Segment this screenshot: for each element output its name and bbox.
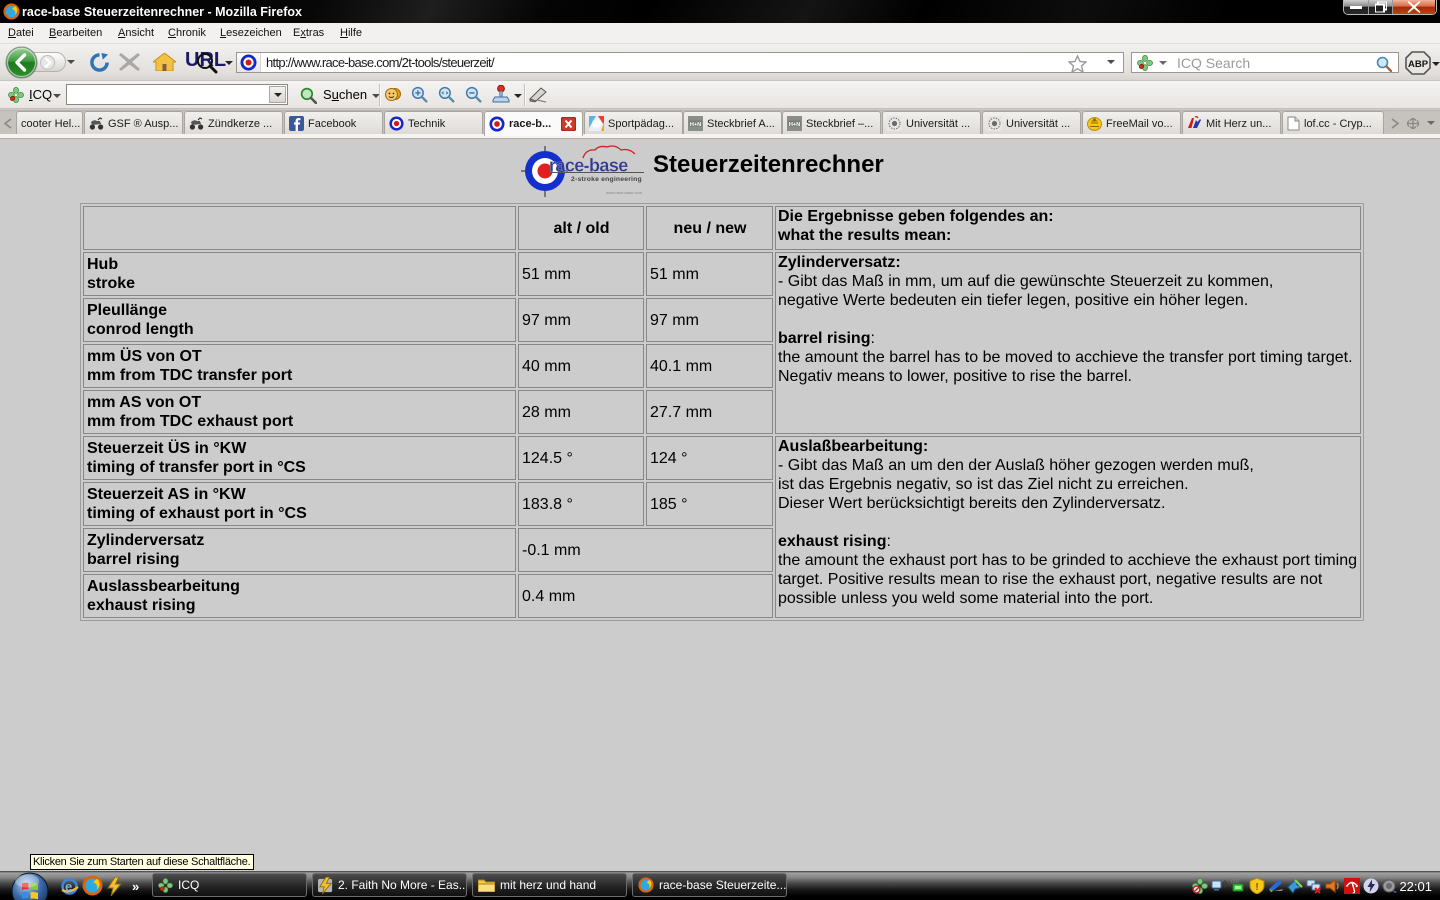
svg-text:H+N: H+N bbox=[690, 122, 701, 128]
svg-text:H+N: H+N bbox=[789, 122, 800, 128]
svg-text:www.race-base.com: www.race-base.com bbox=[606, 190, 643, 195]
svg-text:!: ! bbox=[1255, 882, 1258, 893]
svg-text:2-stroke engineering: 2-stroke engineering bbox=[571, 176, 642, 183]
svg-text:e: e bbox=[65, 879, 72, 894]
svg-text:ABP: ABP bbox=[1408, 59, 1429, 70]
